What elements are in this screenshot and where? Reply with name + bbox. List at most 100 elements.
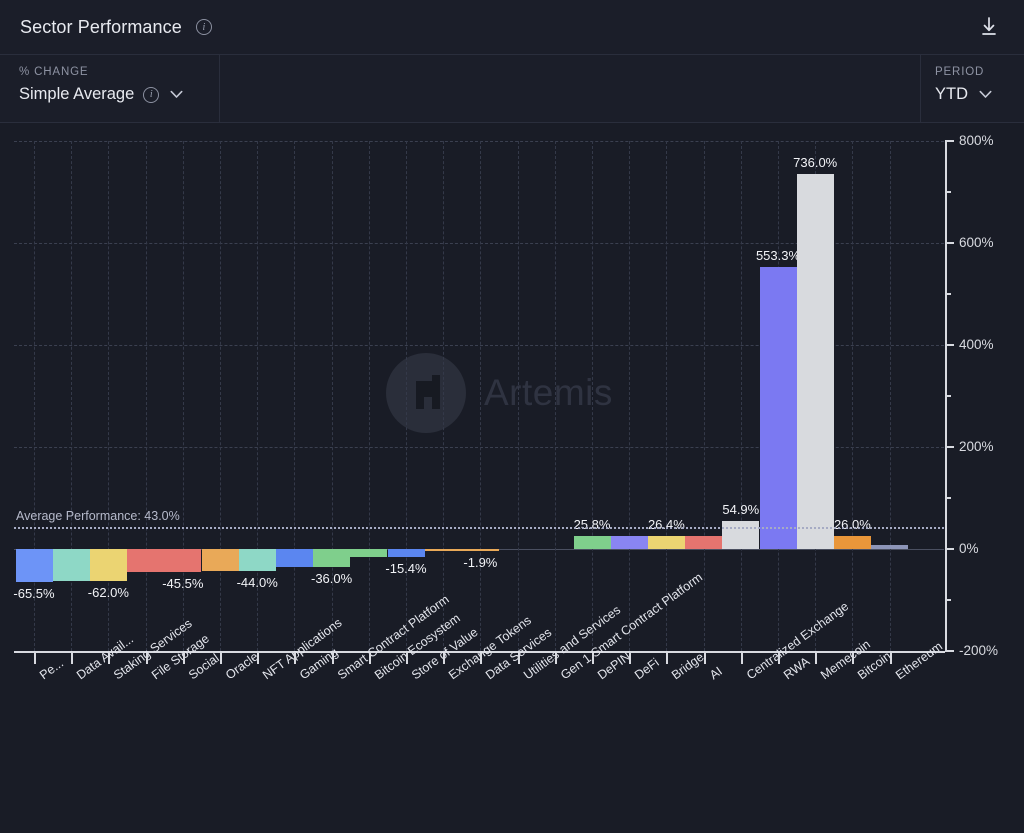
bar[interactable]	[574, 536, 611, 549]
gridline-vertical	[183, 141, 184, 651]
percent-change-control[interactable]: % CHANGE Simple Average i	[0, 55, 220, 122]
x-axis-tick	[778, 653, 780, 664]
y-axis-tick	[945, 650, 954, 652]
bar[interactable]	[685, 536, 722, 549]
bar[interactable]	[611, 536, 648, 549]
x-axis-tick	[146, 653, 148, 664]
x-axis-tick	[406, 653, 408, 664]
x-axis-tick	[332, 653, 334, 664]
page-title-text: Sector Performance	[20, 17, 182, 37]
x-axis-tick	[555, 653, 557, 664]
bar[interactable]	[722, 521, 759, 549]
artemis-watermark: Artemis	[386, 353, 613, 433]
bar[interactable]	[313, 549, 350, 567]
x-axis-tick	[592, 653, 594, 664]
x-axis-tick	[34, 653, 36, 664]
gridline-vertical	[704, 141, 705, 651]
average-performance-line	[14, 527, 944, 529]
y-axis-tick	[945, 344, 954, 346]
gridline-vertical	[518, 141, 519, 651]
gridline-vertical	[592, 141, 593, 651]
bar-value-label: -1.9%	[440, 555, 520, 570]
x-axis-tick	[257, 653, 259, 664]
bar[interactable]	[164, 549, 201, 572]
gridline-vertical	[852, 141, 853, 651]
y-axis-tick	[945, 548, 954, 550]
gridline-vertical	[890, 141, 891, 651]
artemis-watermark-text: Artemis	[484, 372, 613, 414]
sector-performance-chart: Artemis -65.5%-62.0%-45.5%-44.0%-36.0%-1…	[0, 123, 1024, 833]
bar[interactable]	[388, 549, 425, 557]
bar[interactable]	[834, 536, 871, 549]
gridline-vertical	[741, 141, 742, 651]
bar[interactable]	[760, 267, 797, 549]
y-axis-tick-label: -200%	[959, 643, 998, 658]
x-axis-tick	[704, 653, 706, 664]
x-axis-tick	[443, 653, 445, 664]
gridline-vertical	[146, 141, 147, 651]
bar-value-label: -44.0%	[217, 575, 297, 590]
y-axis-tick-label: 800%	[959, 133, 994, 148]
x-axis-tick-label: Pe...	[37, 656, 66, 682]
title-info-icon[interactable]: i	[196, 19, 212, 35]
x-axis-tick	[294, 653, 296, 664]
bar[interactable]	[202, 549, 239, 571]
x-axis-tick	[183, 653, 185, 664]
gridline-vertical	[555, 141, 556, 651]
bar-value-label: 26.0%	[812, 517, 892, 532]
period-select[interactable]: YTD	[935, 85, 1024, 104]
x-axis-tick	[220, 653, 222, 664]
bar[interactable]	[53, 549, 90, 581]
chevron-down-icon[interactable]	[170, 85, 183, 104]
bar[interactable]	[239, 549, 276, 571]
y-axis-minor-tick	[945, 293, 951, 295]
bar-value-label: -65.5%	[0, 586, 74, 601]
chevron-down-icon[interactable]	[979, 85, 992, 104]
bar-value-label: -45.5%	[143, 576, 223, 591]
gridline-vertical	[629, 141, 630, 651]
header-bar: Sector Performance i	[0, 0, 1024, 55]
period-value: YTD	[935, 85, 968, 104]
page-title: Sector Performance i	[20, 17, 212, 38]
gridline-vertical	[480, 141, 481, 651]
x-axis-tick	[890, 653, 892, 664]
y-axis-tick	[945, 242, 954, 244]
gridline-vertical	[666, 141, 667, 651]
controls-bar: % CHANGE Simple Average i PERIOD YTD	[0, 55, 1024, 123]
y-axis-minor-tick	[945, 191, 951, 193]
y-axis-tick	[945, 446, 954, 448]
plot-area[interactable]: Artemis -65.5%-62.0%-45.5%-44.0%-36.0%-1…	[14, 141, 944, 651]
y-axis-tick-label: 200%	[959, 439, 994, 454]
bar-value-label: -36.0%	[292, 571, 372, 586]
period-control[interactable]: PERIOD YTD	[920, 55, 1024, 122]
bar[interactable]	[127, 549, 164, 572]
bar[interactable]	[797, 174, 834, 549]
percent-change-info-icon[interactable]: i	[143, 87, 159, 103]
x-axis-tick	[741, 653, 743, 664]
y-axis-tick-label: 600%	[959, 235, 994, 250]
x-axis-tick-label: RWA	[781, 654, 812, 682]
y-axis-minor-tick	[945, 395, 951, 397]
artemis-logo-icon	[386, 353, 466, 433]
x-axis-tick	[71, 653, 73, 664]
bar[interactable]	[462, 549, 499, 551]
y-axis-minor-tick	[945, 599, 951, 601]
bar[interactable]	[16, 549, 53, 582]
bar-value-label: 25.8%	[552, 517, 632, 532]
bar[interactable]	[425, 549, 462, 551]
percent-change-label: % CHANGE	[19, 66, 219, 78]
x-axis-tick-label: DeFi	[632, 655, 662, 682]
x-axis-tick	[369, 653, 371, 664]
bar[interactable]	[871, 545, 908, 549]
average-performance-label: Average Performance: 43.0%	[16, 509, 180, 523]
x-axis-tick	[852, 653, 854, 664]
percent-change-select[interactable]: Simple Average i	[19, 85, 219, 104]
download-icon[interactable]	[976, 14, 1002, 40]
x-axis-tick-label: Bridge	[669, 650, 706, 683]
bar[interactable]	[350, 549, 387, 557]
bar[interactable]	[90, 549, 127, 581]
bar[interactable]	[648, 536, 685, 549]
sector-performance-app: Sector Performance i % CHANGE Simple Ave…	[0, 0, 1024, 833]
y-axis-tick	[945, 140, 954, 142]
bar[interactable]	[276, 549, 313, 567]
